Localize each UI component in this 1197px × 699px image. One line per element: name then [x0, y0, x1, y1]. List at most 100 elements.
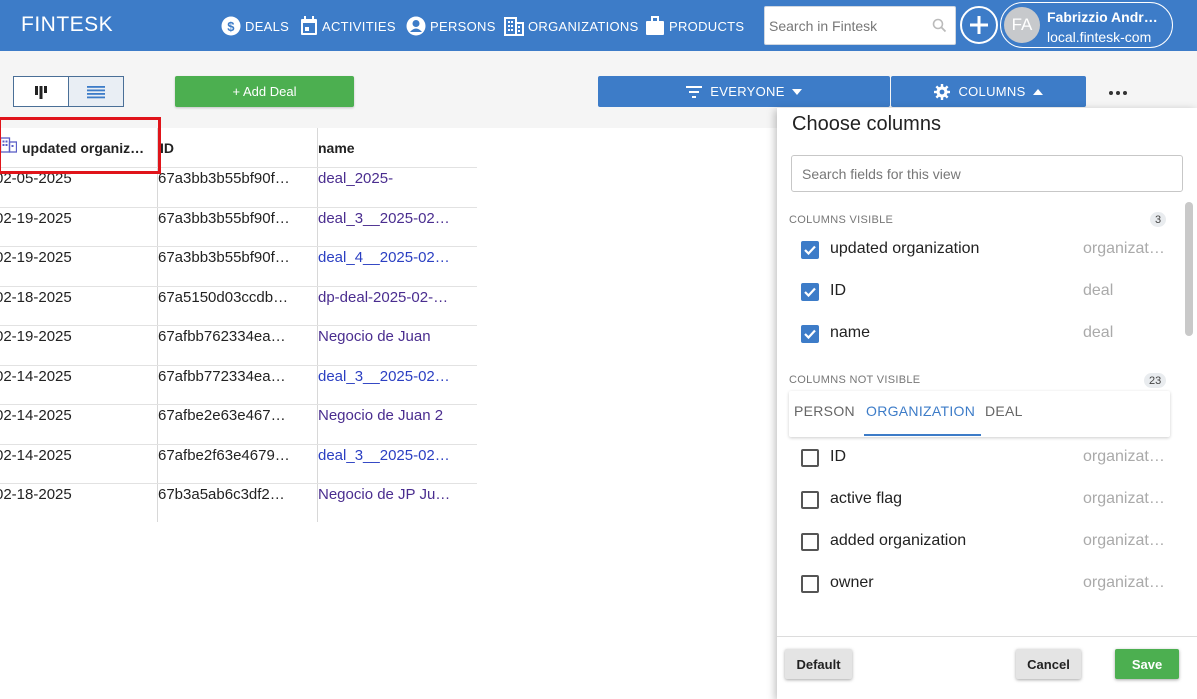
- tab-person[interactable]: PERSON: [794, 403, 855, 419]
- nav-organizations[interactable]: ORGANIZATIONS: [504, 14, 639, 38]
- cell-updated-organization: 02-19-2025: [0, 328, 72, 345]
- checkbox-checked[interactable]: [801, 325, 819, 343]
- table-row[interactable]: 02-18-2025 67b3a5ab6c3df2… Negocio de JP…: [0, 483, 477, 523]
- plus-icon: [970, 16, 988, 34]
- nav-products[interactable]: PRODUCTS: [645, 14, 744, 38]
- cell-name-link[interactable]: deal_3__2025-02…: [318, 366, 468, 388]
- cell-id: 67afbb772334ea…: [158, 367, 286, 385]
- checkbox-unchecked[interactable]: [801, 533, 819, 551]
- add-deal-button[interactable]: + Add Deal: [175, 76, 354, 107]
- user-name: Fabrizzio Andr…: [1047, 9, 1158, 25]
- cell-updated-organization: 02-14-2025: [0, 407, 72, 424]
- hidden-column-option[interactable]: owner organizat…: [801, 570, 1169, 598]
- not-visible-count-badge: 23: [1144, 373, 1167, 388]
- checkbox-checked[interactable]: [801, 283, 819, 301]
- cell-name-link[interactable]: dp-deal-2025-02-…: [318, 287, 468, 309]
- option-label: active flag: [830, 490, 903, 507]
- panel-title: Choose columns: [792, 113, 941, 135]
- fields-search: [791, 155, 1183, 192]
- cell-id: 67a3bb3b55bf90f…: [158, 209, 290, 227]
- list-view-button[interactable]: [68, 77, 123, 106]
- cell-updated-organization: 02-14-2025: [0, 367, 72, 385]
- panel-scrollbar[interactable]: [1185, 202, 1193, 336]
- brand-logo[interactable]: FINTESK: [21, 13, 113, 37]
- option-type: organizat…: [1083, 240, 1165, 257]
- more-horizontal-icon: [1109, 91, 1127, 95]
- dollar-circle-icon: $: [221, 16, 241, 36]
- hidden-column-option[interactable]: active flag organizat…: [801, 486, 1169, 514]
- tab-deal[interactable]: DEAL: [985, 403, 1023, 419]
- check-icon: [804, 245, 816, 256]
- svg-text:$: $: [227, 19, 235, 34]
- avatar: FA: [1004, 7, 1040, 43]
- deals-table: updated organiz… ID name 02-05-2025 67a3…: [0, 128, 477, 522]
- table-row[interactable]: 02-14-2025 67afbe2f63e4679… deal_3__2025…: [0, 443, 477, 484]
- nav-products-label: PRODUCTS: [669, 18, 745, 34]
- user-menu[interactable]: FA Fabrizzio Andr… local.fintesk-com: [1000, 2, 1173, 48]
- checkbox-unchecked[interactable]: [801, 491, 819, 509]
- global-search-input[interactable]: [769, 16, 929, 36]
- cell-name-link[interactable]: deal_3__2025-02…: [318, 445, 468, 467]
- hidden-column-option[interactable]: added organization organizat…: [801, 528, 1169, 556]
- pipeline-view-button[interactable]: [14, 77, 68, 106]
- cell-id: 67a5150d03ccdb…: [158, 288, 289, 306]
- visible-column-option[interactable]: ID deal: [801, 278, 1169, 306]
- table-row[interactable]: 02-14-2025 67afbe2e63e467… Negocio de Ju…: [0, 404, 477, 444]
- cell-name-link[interactable]: Negocio de Juan: [318, 326, 468, 348]
- filter-everyone-button[interactable]: EVERYONE: [598, 76, 890, 107]
- highlight-box: [0, 117, 161, 174]
- list-icon: [87, 85, 105, 98]
- panel-footer: Default Cancel Save: [777, 636, 1197, 699]
- quick-add-button[interactable]: [960, 6, 998, 44]
- entity-tabs: PERSON ORGANIZATION DEAL: [789, 391, 1170, 437]
- calendar-icon: [301, 16, 317, 35]
- view-toggle: [13, 76, 124, 107]
- cell-name-link[interactable]: deal_3__2025-02…: [318, 208, 468, 230]
- user-org: local.fintesk-com: [1047, 29, 1152, 45]
- cell-updated-organization: 02-19-2025: [0, 249, 72, 266]
- save-button[interactable]: Save: [1115, 649, 1179, 679]
- cell-id: 67afbe2e63e467…: [158, 407, 286, 424]
- tab-organization[interactable]: ORGANIZATION: [866, 403, 975, 419]
- hidden-column-option[interactable]: ID organizat…: [801, 444, 1169, 472]
- checkbox-unchecked[interactable]: [801, 449, 819, 467]
- cell-name-link[interactable]: deal_4__2025-02…: [318, 247, 468, 269]
- table-row[interactable]: 02-18-2025 67a5150d03ccdb… dp-deal-2025-…: [0, 285, 477, 326]
- person-circle-icon: [406, 16, 426, 36]
- cell-id: 67a3bb3b55bf90f…: [158, 249, 290, 266]
- briefcase-icon: [646, 16, 664, 35]
- cell-name-link[interactable]: deal_2025-: [318, 168, 468, 190]
- default-button[interactable]: Default: [785, 649, 852, 679]
- columns-button[interactable]: COLUMNS: [891, 76, 1086, 107]
- checkbox-checked[interactable]: [801, 241, 819, 259]
- nav-activities[interactable]: ACTIVITIES: [300, 14, 396, 38]
- visible-count-badge: 3: [1150, 212, 1167, 227]
- header-id[interactable]: ID: [160, 128, 174, 168]
- nav-persons[interactable]: PERSONS: [406, 14, 496, 38]
- cell-updated-organization: 02-18-2025: [0, 288, 72, 306]
- option-label: owner: [830, 574, 874, 591]
- table-row[interactable]: 02-19-2025 67afbb762334ea… Negocio de Ju…: [0, 325, 477, 365]
- more-options-button[interactable]: [1104, 83, 1132, 103]
- check-icon: [804, 287, 816, 298]
- columns-not-visible-label: COLUMNS NOT VISIBLE: [789, 374, 921, 386]
- visible-column-option[interactable]: name deal: [801, 320, 1169, 348]
- table-row[interactable]: 02-19-2025 67a3bb3b55bf90f… deal_3__2025…: [0, 206, 477, 247]
- cell-name-link[interactable]: Negocio de JP Ju…: [318, 484, 468, 506]
- cell-name-link[interactable]: Negocio de Juan 2: [318, 405, 468, 427]
- option-label: added organization: [830, 532, 967, 549]
- header-name[interactable]: name: [318, 128, 355, 168]
- checkbox-unchecked[interactable]: [801, 575, 819, 593]
- cell-updated-organization: 02-19-2025: [0, 209, 72, 227]
- nav-deals[interactable]: $ DEALS: [221, 14, 289, 38]
- cell-updated-organization: 02-14-2025: [0, 446, 72, 464]
- cancel-button[interactable]: Cancel: [1016, 649, 1081, 679]
- search-icon[interactable]: [932, 18, 947, 33]
- table-row[interactable]: 02-14-2025 67afbb772334ea… deal_3__2025-…: [0, 364, 477, 405]
- cell-id: 67afbe2f63e4679…: [158, 446, 290, 464]
- fields-search-input[interactable]: [802, 165, 1172, 183]
- top-navigation-bar: FINTESK $ DEALS ACTIVITIES PERSONS ORGAN…: [0, 0, 1197, 51]
- nav-organizations-label: ORGANIZATIONS: [528, 18, 639, 34]
- visible-column-option[interactable]: updated organization organizat…: [801, 236, 1169, 264]
- table-row[interactable]: 02-19-2025 67a3bb3b55bf90f… deal_4__2025…: [0, 246, 477, 286]
